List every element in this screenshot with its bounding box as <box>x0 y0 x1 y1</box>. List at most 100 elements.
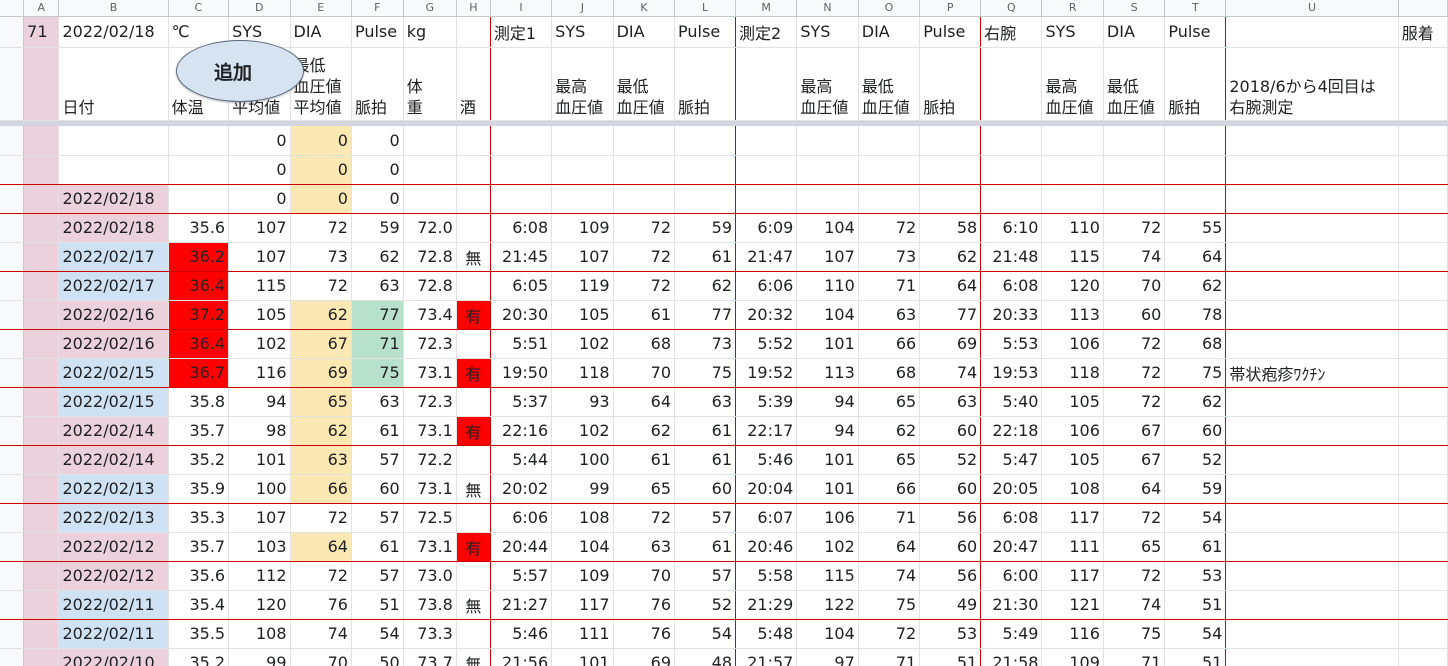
row-number[interactable]: 0 <box>0 503 25 533</box>
temperature-cell[interactable]: 35.8 <box>168 387 230 417</box>
col-a-cell[interactable] <box>23 445 60 475</box>
row-number[interactable]: 1 <box>0 242 25 272</box>
extra-cell[interactable] <box>1398 648 1448 666</box>
pulse-right-cell[interactable]: 55 <box>1164 213 1227 243</box>
sys1-cell[interactable] <box>551 155 614 185</box>
alcohol-cell[interactable] <box>456 155 491 185</box>
dia2-cell[interactable]: 64 <box>858 532 921 562</box>
dia1-cell[interactable]: 70 <box>613 358 676 388</box>
dia-avg-cell[interactable]: 69 <box>290 358 352 388</box>
note-cell[interactable] <box>1225 474 1399 504</box>
pulse-cell[interactable]: 63 <box>351 271 404 301</box>
dia2-cell[interactable]: 73 <box>858 242 921 272</box>
weight-cell[interactable]: 73.7 <box>403 648 457 666</box>
column-header-J[interactable]: J <box>551 0 614 17</box>
time2-cell[interactable] <box>735 126 798 156</box>
pulse2-cell[interactable]: 58 <box>919 213 982 243</box>
pulse2-cell[interactable] <box>919 126 982 156</box>
alcohol-cell[interactable] <box>456 503 491 533</box>
time1-cell[interactable]: 20:30 <box>490 300 553 330</box>
sys2-cell[interactable]: 115 <box>796 561 859 591</box>
sys-avg-cell[interactable]: 0 <box>228 155 291 185</box>
time-right-cell[interactable]: 5:53 <box>980 329 1043 359</box>
note-cell[interactable] <box>1225 242 1399 272</box>
header2-pulse-right[interactable]: 脈拍 <box>1164 47 1227 121</box>
sys-avg-cell[interactable]: 112 <box>228 561 291 591</box>
temperature-cell[interactable]: 35.9 <box>168 474 230 504</box>
date-cell[interactable]: 2022/02/13 <box>58 503 169 533</box>
dia2-cell[interactable]: 65 <box>858 445 921 475</box>
pulse1-cell[interactable]: 61 <box>674 445 737 475</box>
time-right-cell[interactable]: 20:47 <box>980 532 1043 562</box>
date-cell[interactable]: 2022/02/13 <box>58 474 169 504</box>
time1-cell[interactable] <box>490 155 553 185</box>
sys-avg-cell[interactable]: 98 <box>228 416 291 446</box>
temperature-cell[interactable]: 35.2 <box>168 648 230 666</box>
date-cell[interactable]: 2022/02/15 <box>58 358 169 388</box>
dia2-cell[interactable] <box>858 155 921 185</box>
sys1-cell[interactable]: 107 <box>551 242 614 272</box>
sys2-cell[interactable]: 101 <box>796 474 859 504</box>
sys-right-cell[interactable] <box>1041 155 1104 185</box>
row-number[interactable]: 4 <box>0 329 25 359</box>
sys2-cell[interactable]: 106 <box>796 503 859 533</box>
time2-cell[interactable]: 6:07 <box>735 503 798 533</box>
sys2-cell[interactable]: 104 <box>796 213 859 243</box>
extra-cell[interactable] <box>1398 387 1448 417</box>
temperature-cell[interactable]: 37.2 <box>168 300 230 330</box>
pulse-right-cell[interactable]: 59 <box>1164 474 1227 504</box>
sys1-cell[interactable]: 117 <box>551 590 614 620</box>
dia-right-cell[interactable]: 67 <box>1103 445 1166 475</box>
sys-avg-cell[interactable]: 103 <box>228 532 291 562</box>
date-cell[interactable]: 2022/02/12 <box>58 561 169 591</box>
dia-right-cell[interactable]: 67 <box>1103 416 1166 446</box>
extra-cell[interactable] <box>1398 271 1448 301</box>
header2-time1[interactable] <box>490 47 553 121</box>
weight-cell[interactable]: 72.3 <box>403 329 457 359</box>
column-header-M[interactable]: M <box>735 0 798 17</box>
time1-cell[interactable]: 5:37 <box>490 387 553 417</box>
sys2-cell[interactable] <box>796 126 859 156</box>
date-cell[interactable]: 2022/02/11 <box>58 590 169 620</box>
dia1-cell[interactable]: 61 <box>613 300 676 330</box>
header1-pulse2[interactable]: Pulse <box>919 16 982 48</box>
alcohol-cell[interactable]: 無 <box>456 242 491 272</box>
sys1-cell[interactable]: 100 <box>551 445 614 475</box>
column-header-I[interactable]: I <box>490 0 553 17</box>
extra-cell[interactable] <box>1398 155 1448 185</box>
pulse-right-cell[interactable]: 75 <box>1164 358 1227 388</box>
sys1-cell[interactable]: 104 <box>551 532 614 562</box>
time2-cell[interactable]: 5:52 <box>735 329 798 359</box>
sys1-cell[interactable]: 102 <box>551 329 614 359</box>
sys-right-cell[interactable]: 115 <box>1041 242 1104 272</box>
time2-cell[interactable]: 5:46 <box>735 445 798 475</box>
pulse-cell[interactable]: 61 <box>351 532 404 562</box>
sys2-cell[interactable]: 101 <box>796 445 859 475</box>
temperature-cell[interactable]: 36.7 <box>168 358 230 388</box>
alcohol-cell[interactable]: 有 <box>456 300 491 330</box>
col-a-cell[interactable] <box>23 271 60 301</box>
note-cell[interactable] <box>1225 300 1399 330</box>
dia1-cell[interactable]: 61 <box>613 445 676 475</box>
column-header-P[interactable]: P <box>919 0 982 17</box>
sys-avg-cell[interactable]: 102 <box>228 329 291 359</box>
alcohol-cell[interactable]: 有 <box>456 416 491 446</box>
sys1-cell[interactable]: 93 <box>551 387 614 417</box>
time1-cell[interactable]: 22:16 <box>490 416 553 446</box>
alcohol-cell[interactable] <box>456 561 491 591</box>
dia1-cell[interactable]: 64 <box>613 387 676 417</box>
pulse1-cell[interactable]: 61 <box>674 242 737 272</box>
date-cell[interactable]: 2022/02/18 <box>58 184 169 214</box>
weight-cell[interactable]: 73.1 <box>403 416 457 446</box>
header1-dia2[interactable]: DIA <box>858 16 921 48</box>
pulse1-cell[interactable]: 59 <box>674 213 737 243</box>
dia2-cell[interactable]: 74 <box>858 561 921 591</box>
date-cell[interactable]: 2022/02/14 <box>58 416 169 446</box>
sys-avg-cell[interactable]: 107 <box>228 242 291 272</box>
dia1-cell[interactable]: 70 <box>613 561 676 591</box>
dia-right-cell[interactable] <box>1103 155 1166 185</box>
weight-cell[interactable]: 72.0 <box>403 213 457 243</box>
header2-dia-right[interactable]: 最低 血圧値 <box>1103 47 1166 121</box>
note-cell[interactable] <box>1225 503 1399 533</box>
note-cell[interactable] <box>1225 271 1399 301</box>
